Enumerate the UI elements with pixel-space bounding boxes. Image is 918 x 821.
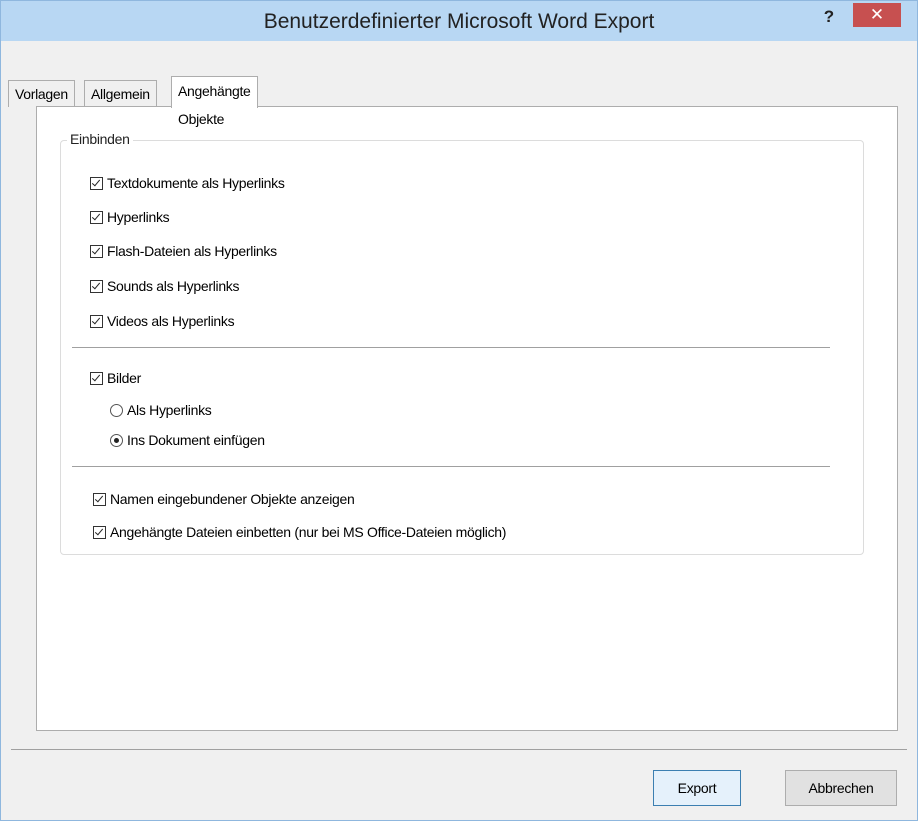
option-flash[interactable]: Flash-Dateien als Hyperlinks bbox=[90, 243, 277, 259]
radio-option-ins-dokument[interactable]: Ins Dokument einfügen bbox=[110, 432, 265, 448]
option-dateien-einbetten[interactable]: Angehängte Dateien einbetten (nur bei MS… bbox=[93, 524, 506, 540]
einbinden-group: Einbinden Textdokumente als Hyperlinks H… bbox=[60, 131, 864, 555]
footer-separator bbox=[11, 749, 907, 750]
title-bar[interactable]: Benutzerdefinierter Microsoft Word Expor… bbox=[1, 1, 917, 41]
option-bilder[interactable]: Bilder bbox=[90, 370, 141, 386]
tab-angehaengte-objekte[interactable]: Angehängte Objekte bbox=[171, 76, 258, 127]
help-button[interactable]: ? bbox=[814, 4, 844, 30]
option-textdokumente[interactable]: Textdokumente als Hyperlinks bbox=[90, 175, 285, 191]
label-flash: Flash-Dateien als Hyperlinks bbox=[107, 243, 277, 259]
tab-vorlagen[interactable]: Vorlagen bbox=[8, 80, 75, 107]
option-namen-anzeigen[interactable]: Namen eingebundener Objekte anzeigen bbox=[93, 491, 355, 507]
separator bbox=[72, 347, 830, 348]
checkbox-sounds[interactable] bbox=[90, 279, 103, 293]
dialog-window: Benutzerdefinierter Microsoft Word Expor… bbox=[0, 0, 918, 821]
close-icon: ✕ bbox=[869, 5, 885, 24]
label-textdokumente: Textdokumente als Hyperlinks bbox=[107, 175, 285, 191]
checkbox-hyperlinks[interactable] bbox=[90, 210, 103, 224]
radio-als-hyperlinks[interactable] bbox=[110, 403, 123, 417]
group-label: Einbinden bbox=[67, 131, 133, 147]
tab-panel: Einbinden Textdokumente als Hyperlinks H… bbox=[36, 106, 898, 731]
checkbox-videos[interactable] bbox=[90, 314, 103, 328]
label-bilder: Bilder bbox=[107, 370, 141, 386]
option-hyperlinks[interactable]: Hyperlinks bbox=[90, 209, 170, 225]
cancel-button[interactable]: Abbrechen bbox=[785, 770, 897, 806]
separator bbox=[72, 466, 830, 467]
tab-allgemein[interactable]: Allgemein bbox=[84, 80, 157, 107]
checkbox-bilder[interactable] bbox=[90, 371, 103, 385]
window-title: Benutzerdefinierter Microsoft Word Expor… bbox=[263, 10, 655, 33]
label-dateien-einbetten: Angehängte Dateien einbetten (nur bei MS… bbox=[110, 524, 507, 540]
checkbox-namen-anzeigen[interactable] bbox=[93, 492, 106, 506]
label-hyperlinks: Hyperlinks bbox=[107, 209, 170, 225]
export-button[interactable]: Export bbox=[653, 770, 741, 806]
label-ins-dokument: Ins Dokument einfügen bbox=[127, 432, 265, 448]
checkbox-textdokumente[interactable] bbox=[90, 176, 103, 190]
checkbox-dateien-einbetten[interactable] bbox=[93, 525, 106, 539]
radio-option-als-hyperlinks[interactable]: Als Hyperlinks bbox=[110, 402, 212, 418]
label-sounds: Sounds als Hyperlinks bbox=[107, 278, 240, 294]
option-videos[interactable]: Videos als Hyperlinks bbox=[90, 313, 235, 329]
checkbox-flash[interactable] bbox=[90, 244, 103, 258]
close-button[interactable]: ✕ bbox=[853, 3, 901, 27]
label-videos: Videos als Hyperlinks bbox=[107, 313, 235, 329]
label-namen-anzeigen: Namen eingebundener Objekte anzeigen bbox=[110, 491, 355, 507]
radio-ins-dokument[interactable] bbox=[110, 433, 123, 447]
option-sounds[interactable]: Sounds als Hyperlinks bbox=[90, 278, 240, 294]
label-als-hyperlinks: Als Hyperlinks bbox=[127, 402, 212, 418]
